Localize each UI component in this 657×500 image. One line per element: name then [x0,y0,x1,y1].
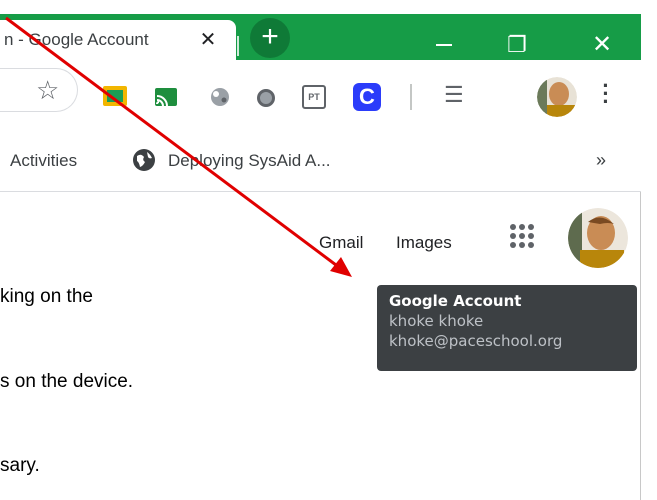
google-account-tooltip: Google Account khoke khoke khoke@pacesch… [377,285,637,371]
minimize-icon [436,44,452,46]
tab-title: n - Google Account [4,30,149,49]
browser-toolbar: ☆ PT C ☰ · · · [0,60,641,124]
address-bar[interactable]: ☆ [0,68,78,112]
bookmarks-overflow-icon[interactable]: » [596,150,606,171]
tooltip-title: Google Account [389,292,522,310]
cast-extension-icon[interactable] [155,88,177,106]
browser-window: n - Google Account ✕ + ❐ ✕ ☆ PT C ☰ · · … [0,0,657,500]
new-tab-button[interactable]: + [250,18,290,58]
tab-separator [237,36,239,56]
document-text-line: s on the device. [0,371,134,392]
window-close-button[interactable]: ✕ [582,30,622,60]
browser-titlebar: n - Google Account ✕ + ❐ ✕ [0,14,641,60]
media-controls-icon[interactable]: ☰ [444,82,464,108]
minimize-button[interactable] [424,30,464,60]
document-text-line: sary. [0,455,40,476]
tooltip-account-name: khoke khoke [389,312,484,330]
page-top-strip [0,0,657,14]
gmail-link[interactable]: Gmail [319,233,363,253]
bookmark-star-icon[interactable]: ☆ [36,75,59,106]
browser-menu-icon[interactable]: · · · [596,75,616,113]
google-account-avatar-icon[interactable] [568,208,628,268]
pt-extension-icon[interactable]: PT [302,85,326,109]
bookmark-activities[interactable]: Activities [10,151,77,171]
browser-tab-google-account[interactable]: n - Google Account ✕ [0,20,236,60]
images-link[interactable]: Images [396,233,452,253]
restore-button[interactable]: ❐ [497,30,537,60]
profile-avatar-icon[interactable] [537,77,577,117]
tooltip-account-email: khoke@paceschool.org [389,332,563,350]
bookmark-deploying-sysaid[interactable]: Deploying SysAid A... [168,151,331,171]
toolbar-divider [410,84,412,110]
puzzle-extension-icon[interactable] [207,84,233,110]
google-apps-grid-icon[interactable] [508,222,536,250]
c-extension-icon[interactable]: C [353,83,381,111]
classroom-extension-icon[interactable] [103,86,127,106]
globe-icon [133,149,155,171]
bookmarks-bar: Activities Deploying SysAid A... » [0,124,641,192]
document-text-line: king on the [0,286,93,307]
circle-extension-icon[interactable] [257,89,275,107]
tab-close-icon[interactable]: ✕ [196,28,220,52]
